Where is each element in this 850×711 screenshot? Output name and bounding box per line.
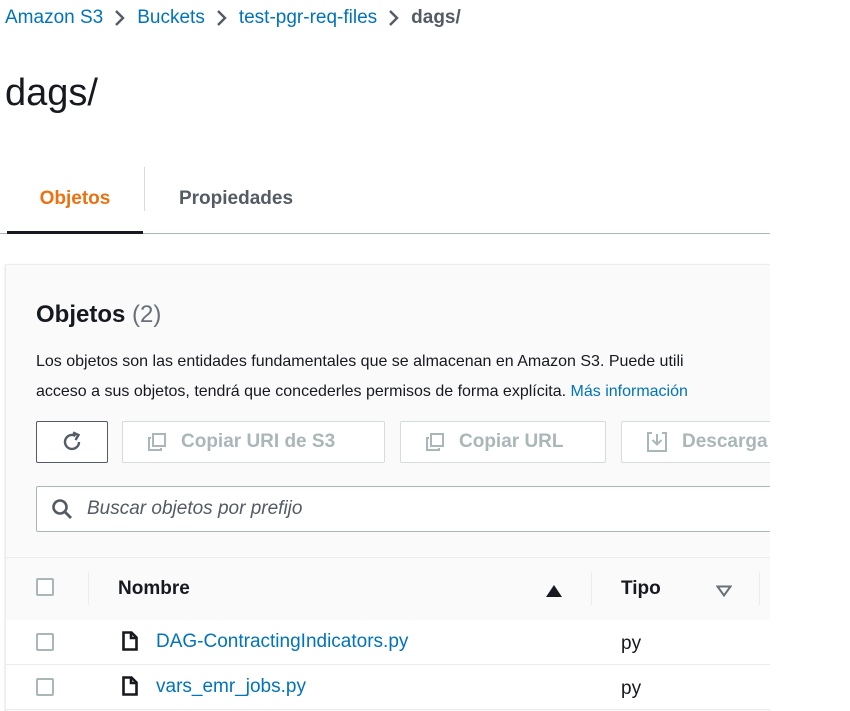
- objects-panel: Objetos (2) Los objetos son las entidade…: [5, 264, 770, 711]
- table-row[interactable]: DAG-ContractingIndicators.py py: [6, 620, 770, 665]
- select-all-checkbox[interactable]: [36, 578, 54, 596]
- chevron-right-icon: [377, 6, 411, 30]
- copy-icon: [147, 432, 167, 452]
- description-text: acceso a sus objetos, tendrá que concede…: [36, 383, 567, 400]
- object-type: py: [621, 633, 642, 654]
- row-checkbox[interactable]: [36, 678, 54, 696]
- breadcrumb-amazon-s3[interactable]: Amazon S3: [5, 7, 103, 29]
- objects-count: (2): [132, 301, 162, 328]
- breadcrumb: Amazon S3 Buckets test-pgr-req-files dag…: [5, 6, 461, 30]
- objects-description: Los objetos son las entidades fundamenta…: [36, 347, 770, 407]
- search-box: [36, 486, 770, 532]
- object-name-link[interactable]: DAG-ContractingIndicators.py: [156, 631, 408, 653]
- copy-url-button[interactable]: Copiar URL: [400, 421, 606, 463]
- description-line-2: acceso a sus objetos, tendrá que concede…: [36, 377, 770, 407]
- breadcrumb-current: dags/: [411, 7, 461, 28]
- description-line-1: Los objetos son las entidades fundamenta…: [36, 353, 684, 370]
- refresh-icon: [60, 430, 84, 454]
- column-divider: [591, 572, 592, 605]
- copy-s3-uri-button[interactable]: Copiar URI de S3: [122, 421, 385, 463]
- column-divider: [759, 572, 760, 605]
- tab-divider: [144, 167, 145, 211]
- sort-ascending-icon[interactable]: [546, 584, 562, 602]
- download-label: Descarga: [682, 431, 768, 452]
- file-icon: [122, 676, 138, 701]
- search-icon: [51, 498, 73, 520]
- copy-url-label: Copiar URL: [459, 431, 564, 452]
- breadcrumb-buckets[interactable]: Buckets: [137, 7, 205, 29]
- copy-icon: [425, 432, 445, 452]
- s3-console-viewport: Amazon S3 Buckets test-pgr-req-files dag…: [0, 0, 770, 711]
- refresh-button[interactable]: [36, 421, 108, 463]
- column-header-name[interactable]: Nombre: [118, 578, 190, 600]
- object-type: py: [621, 678, 642, 699]
- download-button[interactable]: Descarga: [621, 421, 770, 463]
- column-divider: [88, 572, 89, 605]
- page-title: dags/: [5, 72, 98, 114]
- file-icon: [122, 631, 138, 656]
- table-row[interactable]: vars_emr_jobs.py py: [6, 665, 770, 710]
- sort-descending-icon[interactable]: [715, 584, 733, 602]
- object-name-link[interactable]: vars_emr_jobs.py: [156, 676, 306, 698]
- more-info-link[interactable]: Más información: [571, 383, 688, 400]
- row-checkbox[interactable]: [36, 633, 54, 651]
- column-header-type[interactable]: Tipo: [621, 578, 661, 600]
- breadcrumb-bucket[interactable]: test-pgr-req-files: [239, 7, 377, 29]
- download-icon: [646, 431, 668, 453]
- search-input[interactable]: [85, 497, 689, 521]
- tab-propiedades[interactable]: Propiedades: [146, 165, 326, 233]
- chevron-right-icon: [205, 6, 239, 30]
- tab-bar: Objetos Propiedades: [0, 165, 770, 234]
- copy-s3-uri-label: Copiar URI de S3: [181, 431, 336, 452]
- objects-heading: Objetos (2): [36, 301, 161, 329]
- tab-objetos[interactable]: Objetos: [7, 165, 143, 234]
- table-header: Nombre Tipo: [6, 557, 770, 622]
- chevron-right-icon: [103, 6, 137, 30]
- objects-heading-label: Objetos: [36, 301, 126, 328]
